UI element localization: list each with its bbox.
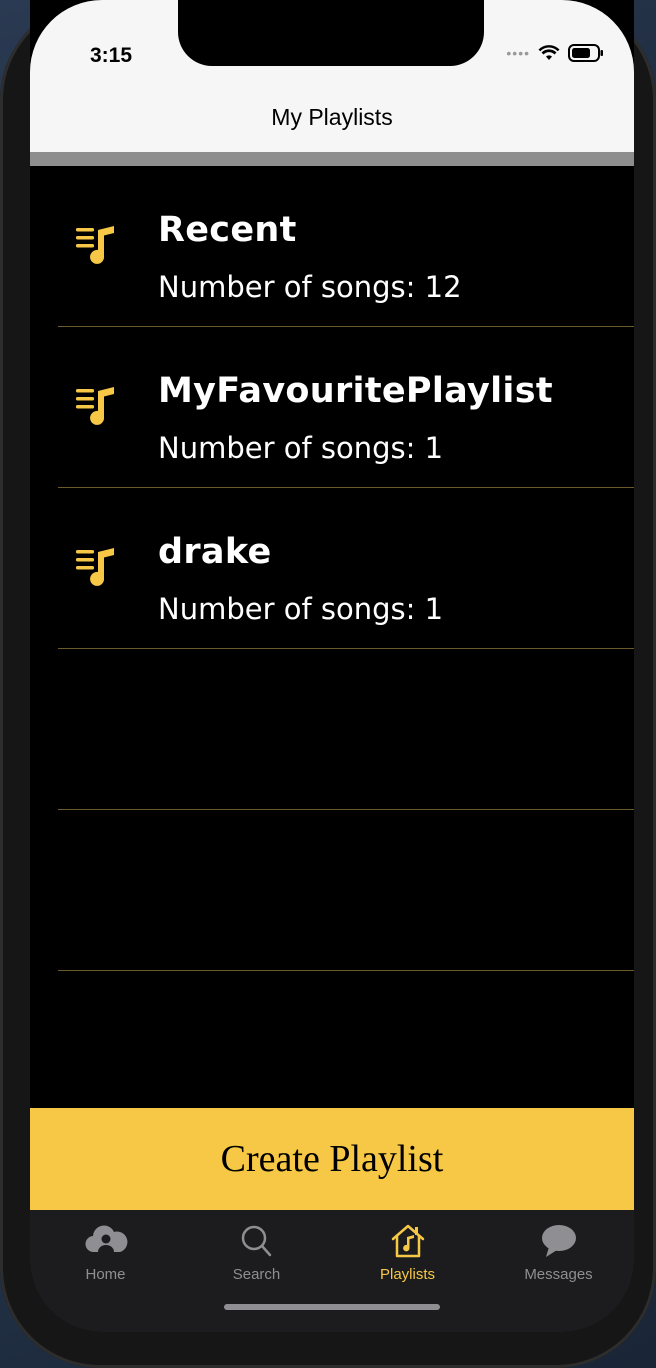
wifi-icon xyxy=(538,45,560,60)
device-notch xyxy=(178,0,484,66)
magnifier-icon xyxy=(241,1225,271,1257)
phone-frame: 3:15 •••• My Playlists Recent Number of … xyxy=(0,0,656,1368)
music-list-icon xyxy=(76,548,114,586)
tab-label: Search xyxy=(232,1266,281,1283)
playlist-row[interactable]: Recent Number of songs: 12 xyxy=(58,166,634,327)
cloud-user-icon xyxy=(84,1225,127,1253)
page-title: My Playlists xyxy=(271,104,393,130)
music-list-icon xyxy=(76,387,114,425)
playlist-song-count: Number of songs: 1 xyxy=(158,592,444,626)
music-list-icon xyxy=(76,226,114,264)
tab-label: Messages xyxy=(524,1266,593,1283)
playlist-list: Recent Number of songs: 12 MyFavouritePl… xyxy=(30,166,634,971)
cellular-signal-icon: •••• xyxy=(506,45,530,61)
house-music-icon xyxy=(391,1224,424,1258)
app-screen: 3:15 •••• My Playlists Recent Number of … xyxy=(30,0,634,1332)
tab-playlists[interactable]: Playlists xyxy=(332,1222,483,1292)
tab-home[interactable]: Home xyxy=(30,1222,181,1292)
status-time: 3:15 xyxy=(90,44,133,67)
tab-label: Playlists xyxy=(379,1266,435,1283)
header-divider xyxy=(30,152,634,166)
playlist-name: Recent xyxy=(158,210,297,250)
empty-row xyxy=(58,810,634,971)
tab-bar: Home Search Playlists Messages xyxy=(30,1210,634,1332)
navigation-header: 3:15 •••• My Playlists xyxy=(30,0,634,152)
battery-icon xyxy=(568,44,603,62)
playlist-song-count: Number of songs: 1 xyxy=(158,431,444,465)
home-indicator[interactable] xyxy=(224,1304,440,1310)
playlist-row[interactable]: drake Number of songs: 1 xyxy=(58,488,634,649)
playlist-name: MyFavouritePlaylist xyxy=(158,371,553,411)
chat-bubble-icon xyxy=(541,1225,576,1257)
tab-messages[interactable]: Messages xyxy=(483,1222,634,1292)
tab-search[interactable]: Search xyxy=(181,1222,332,1292)
playlist-song-count: Number of songs: 12 xyxy=(158,270,462,304)
playlist-name: drake xyxy=(158,532,272,572)
status-indicators: •••• xyxy=(506,44,604,62)
create-playlist-button[interactable]: Create Playlist xyxy=(30,1108,634,1210)
empty-row xyxy=(58,649,634,810)
tab-label: Home xyxy=(85,1266,126,1283)
playlist-row[interactable]: MyFavouritePlaylist Number of songs: 1 xyxy=(58,327,634,488)
